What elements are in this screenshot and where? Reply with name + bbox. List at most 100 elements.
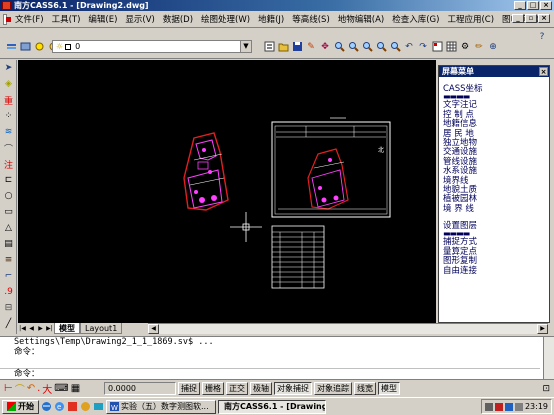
pencil-icon[interactable]: ✎ <box>305 41 317 53</box>
task-word-document[interactable]: W 实验（五）数字测图软... <box>106 399 216 414</box>
edit-pen-icon[interactable]: ✏ <box>473 41 485 53</box>
quicklaunch-media-icon[interactable] <box>80 401 91 412</box>
polyline-tool-icon[interactable]: ⊏ <box>1 173 16 187</box>
osnap-button[interactable]: 对象捕捉 <box>274 382 312 395</box>
menu-contour[interactable]: 等高线(S) <box>288 13 334 25</box>
layer-manager-icon[interactable] <box>5 41 17 53</box>
scroll-left-icon[interactable]: ◀ <box>148 324 159 334</box>
tab-prev-icon[interactable]: ◀ <box>27 324 36 333</box>
tab-first-icon[interactable]: |◀ <box>18 324 27 333</box>
layer-properties-icon[interactable] <box>263 41 275 53</box>
ortho-button[interactable]: 正交 <box>226 382 248 395</box>
menu-file[interactable]: 文件(F) <box>11 13 48 25</box>
menu-tools[interactable]: 工具(T) <box>48 13 85 25</box>
minimize-button[interactable]: _ <box>514 1 526 10</box>
tray-ime-icon[interactable] <box>504 402 513 411</box>
status-tray-icon[interactable]: ⊡ <box>542 384 550 394</box>
cass-app-icon[interactable] <box>2 1 11 10</box>
tool-dot-icon[interactable]: . <box>37 383 40 394</box>
tab-layout1[interactable]: Layout1 <box>80 323 123 334</box>
annotation-tool-icon[interactable]: 注 <box>1 157 16 171</box>
grid-button[interactable]: 栅格 <box>202 382 224 395</box>
heavy-tool-icon[interactable]: 重 <box>1 93 16 107</box>
quicklaunch-ie-icon[interactable]: e <box>54 401 65 412</box>
tool-arc-icon[interactable]: ↶ <box>27 383 35 394</box>
screen-menu-close-icon[interactable]: × <box>539 67 548 76</box>
tool-keyboard-icon[interactable]: ⌨ <box>54 383 68 394</box>
tray-shield-icon[interactable] <box>494 402 503 411</box>
tool-yellow-icon[interactable]: ⌒ <box>15 381 25 396</box>
stair-tool-icon[interactable]: ≡ <box>1 253 16 267</box>
water-tool-icon[interactable]: ≋ <box>1 125 16 139</box>
document-icon[interactable] <box>3 13 12 25</box>
zoom-previous-icon[interactable]: ⊕ <box>487 41 499 53</box>
bridge-tool-icon[interactable]: ⌒ <box>1 141 16 155</box>
quicklaunch-app-icon[interactable] <box>67 401 78 412</box>
zoom-extents-icon[interactable] <box>389 41 401 53</box>
menu-drawing[interactable]: 绘图处理(W) <box>197 13 254 25</box>
quicklaunch-desktop-icon[interactable] <box>93 401 104 412</box>
ruler-tool-icon[interactable]: ⌐ <box>1 269 16 283</box>
distance-tool-icon[interactable]: ⊟ <box>1 301 16 315</box>
close-button[interactable]: × <box>540 1 552 10</box>
triangle-tool-icon[interactable]: △ <box>1 221 16 235</box>
menu-cadastre[interactable]: 地籍(J) <box>254 13 288 25</box>
help-icon[interactable]: ? <box>536 31 548 43</box>
doc-minimize-button[interactable]: _ <box>512 14 524 23</box>
save-icon[interactable] <box>291 41 303 53</box>
tab-last-icon[interactable]: ▶| <box>45 324 54 333</box>
settings-icon[interactable]: ⚙ <box>459 41 471 53</box>
tab-next-icon[interactable]: ▶ <box>36 324 45 333</box>
lineweight-button[interactable]: 线宽 <box>354 382 376 395</box>
properties-icon[interactable] <box>431 41 443 53</box>
open-file-icon[interactable] <box>277 41 289 53</box>
circle-tool-icon[interactable]: ○ <box>1 189 16 203</box>
menu-engineering[interactable]: 工程应用(C) <box>443 13 498 25</box>
doc-close-button[interactable]: × <box>538 14 550 23</box>
dot-tool-icon[interactable]: ⁘ <box>1 109 16 123</box>
zoom-window-icon[interactable] <box>347 41 359 53</box>
start-button[interactable]: 开始 <box>2 399 39 414</box>
hatch-tool-icon[interactable]: ▤ <box>1 237 16 251</box>
menu-data[interactable]: 数据(D) <box>159 13 197 25</box>
pan-icon[interactable]: ✥ <box>319 41 331 53</box>
layer-on-icon[interactable] <box>33 41 45 53</box>
menu-edit[interactable]: 编辑(E) <box>84 13 121 25</box>
arrow-tool-icon[interactable]: ➤ <box>1 61 16 75</box>
doc-restore-button[interactable]: ▫ <box>525 14 537 23</box>
snap-button[interactable]: 捕捉 <box>178 382 200 395</box>
grid-icon[interactable] <box>445 41 457 53</box>
zoom-realtime-icon[interactable] <box>333 41 345 53</box>
menu-feature-edit[interactable]: 地物编辑(A) <box>334 13 388 25</box>
tray-network-icon[interactable] <box>484 402 493 411</box>
elevation-tool-icon[interactable]: .9 <box>1 285 16 299</box>
layer-tool-icon[interactable]: ◈ <box>1 77 16 91</box>
menu-view[interactable]: 显示(V) <box>121 13 158 25</box>
quicklaunch-browser-icon[interactable] <box>41 401 52 412</box>
tab-model[interactable]: 模型 <box>54 323 80 334</box>
tool-red-icon[interactable]: ⊢ <box>4 383 13 394</box>
task-cass-window[interactable]: 南方CASS6.1 - [Drawing... <box>218 399 326 414</box>
screen-menu-item-border[interactable]: 境 界 线 <box>439 204 549 214</box>
horizontal-scrollbar[interactable]: ◀ ▶ <box>148 323 548 334</box>
command-input[interactable]: 命令： <box>0 368 540 379</box>
layer-state-icon[interactable] <box>19 41 31 53</box>
chevron-down-icon[interactable]: ▼ <box>240 41 251 52</box>
scroll-right-icon[interactable]: ▶ <box>537 324 548 334</box>
polar-button[interactable]: 极轴 <box>250 382 272 395</box>
maximize-button[interactable]: □ <box>527 1 539 10</box>
otrack-button[interactable]: 对象追踪 <box>314 382 352 395</box>
rectangle-tool-icon[interactable]: ▭ <box>1 205 16 219</box>
undo-icon[interactable]: ↶ <box>403 41 415 53</box>
screen-menu-item-connect[interactable]: 自由连接 <box>439 266 549 276</box>
model-button[interactable]: 模型 <box>378 382 400 395</box>
tool-grid-icon[interactable]: ▦ <box>71 383 80 394</box>
redo-icon[interactable]: ↷ <box>417 41 429 53</box>
tray-volume-icon[interactable] <box>514 402 523 411</box>
menu-check[interactable]: 检查入库(G) <box>388 13 443 25</box>
drawing-canvas[interactable]: 北 <box>18 60 436 323</box>
command-scrollbar[interactable] <box>543 337 554 380</box>
line-tool-icon[interactable]: ╱ <box>1 317 16 331</box>
zoom-in-icon[interactable] <box>361 41 373 53</box>
zoom-out-icon[interactable] <box>375 41 387 53</box>
